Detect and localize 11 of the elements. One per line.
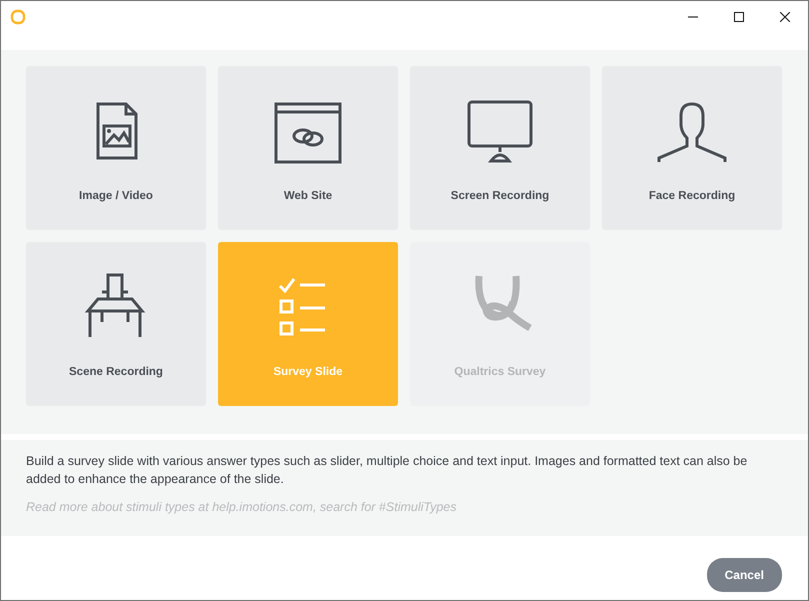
stimulus-tile[interactable]: Image / Video <box>26 66 206 230</box>
stimulus-tile[interactable]: Screen Recording <box>410 66 590 230</box>
description-text: Build a survey slide with various answer types such as slider, multiple choice and text input. Images and formatted text can also be added to enhance the appearance of the slide. <box>26 453 748 488</box>
maximize-icon <box>734 12 744 22</box>
cancel-button[interactable]: Cancel <box>706 558 782 592</box>
app-logo-icon <box>10 9 26 25</box>
stimulus-tile[interactable]: Web Site <box>218 66 398 230</box>
stimulus-tile[interactable]: Face Recording <box>602 66 782 230</box>
close-icon <box>780 12 790 22</box>
stimulus-tile[interactable]: Scene Recording <box>26 242 206 406</box>
help-hint-text: Read more about stimuli types at help.imotions.com, search for #StimuliTypes <box>26 499 458 516</box>
